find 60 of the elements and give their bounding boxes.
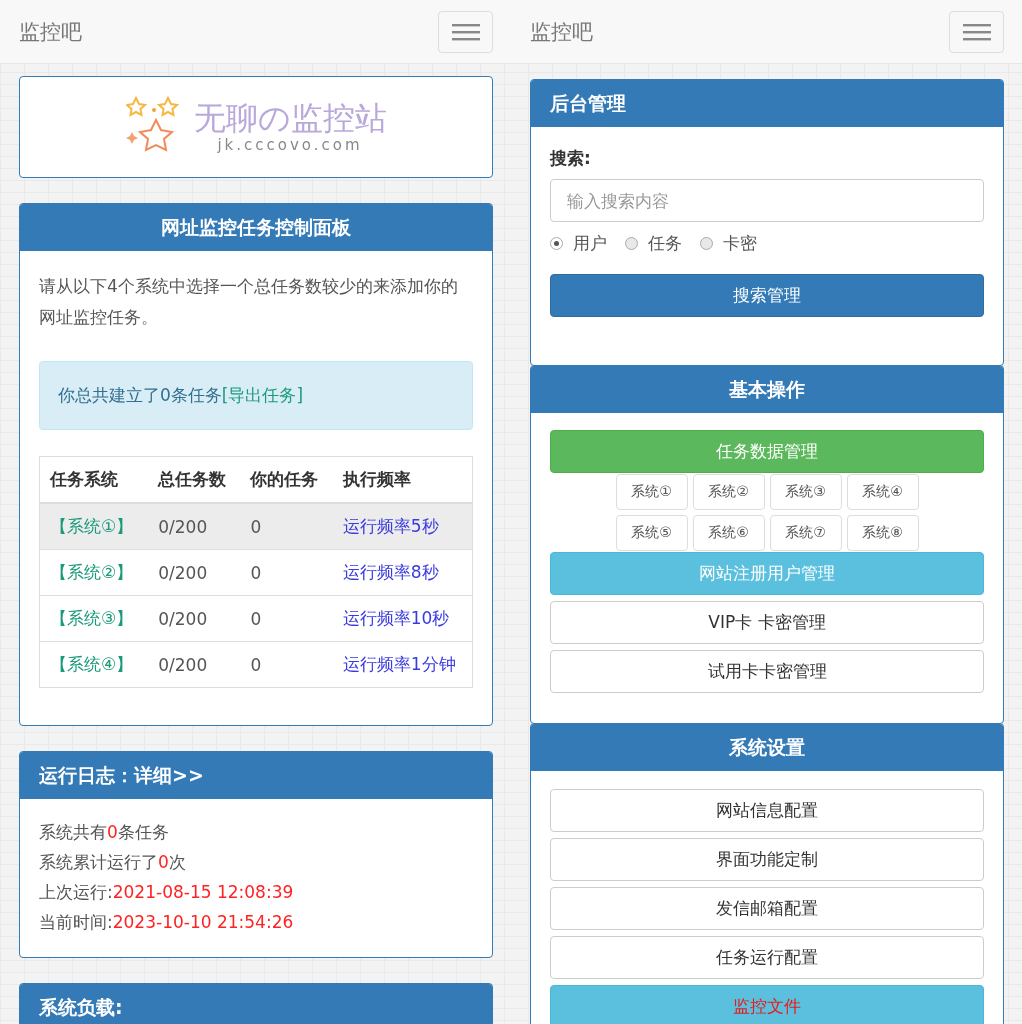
brand-link[interactable]: 监控吧 [19, 17, 82, 46]
system-button[interactable]: 系统② [692, 474, 765, 510]
system-button[interactable]: 系统① [615, 474, 688, 510]
logo-domain: jk.cccovo.com [217, 136, 363, 154]
system-link[interactable]: 【系统④】 [50, 654, 134, 674]
panel-heading: 系统负载: [20, 984, 492, 1024]
system-button[interactable]: 系统⑤ [615, 515, 688, 551]
radio-button[interactable] [625, 236, 638, 250]
radio-option[interactable]: 卡密 [700, 231, 757, 255]
action-button[interactable]: 发信邮箱配置 [550, 887, 984, 930]
radio-label: 卡密 [723, 231, 757, 255]
logo-title: 无聊の监控站 [193, 100, 387, 136]
radio-option[interactable]: 用户 [550, 231, 607, 255]
intro-text: 请从以下4个系统中选择一个总任务数较少的来添加你的网址监控任务。 [39, 275, 459, 329]
table-cell: 0/200 [148, 595, 241, 642]
system-button[interactable]: 系统⑦ [769, 515, 842, 551]
menu-button[interactable] [949, 10, 1004, 53]
panel-heading: 系统设置 [531, 724, 1003, 771]
table-cell: 0/200 [148, 503, 241, 550]
radio-button[interactable] [550, 236, 563, 250]
panel-heading: 后台管理 [531, 80, 1003, 127]
table-cell: 0/200 [148, 549, 241, 596]
system-link[interactable]: 【系统②】 [50, 562, 134, 582]
action-button[interactable]: 网站信息配置 [550, 789, 984, 832]
menu-icon [451, 22, 480, 41]
menu-icon [962, 22, 991, 41]
radio-option[interactable]: 任务 [625, 231, 682, 255]
action-button[interactable]: 试用卡卡密管理 [550, 650, 984, 693]
brand-link[interactable]: 监控吧 [530, 17, 593, 46]
menu-button[interactable] [438, 10, 493, 53]
panel-heading: 网址监控任务控制面板 [20, 204, 492, 251]
search-label: 搜索: [550, 147, 592, 170]
table-cell: 0 [240, 595, 333, 642]
frequency-link[interactable]: 运行频率8秒 [342, 562, 439, 582]
radio-label: 用户 [573, 231, 607, 255]
panel-heading: 基本操作 [531, 366, 1003, 413]
system-button[interactable]: 系统⑧ [846, 515, 919, 551]
search-field[interactable]: 输入搜索内容 [550, 179, 984, 222]
system-button[interactable]: 系统③ [769, 474, 842, 510]
action-button[interactable]: 任务运行配置 [550, 936, 984, 979]
frequency-link[interactable]: 运行频率10秒 [342, 608, 450, 628]
notice-text: 你总共建立了0条任务 [58, 384, 222, 407]
system-button[interactable]: 系统④ [846, 474, 919, 510]
log-line: 系统共有0条任务 [39, 821, 170, 844]
log-line: 当前时间:2023-10-10 21:54:26 [39, 911, 295, 934]
log-line: 系统累计运行了0次 [39, 851, 187, 874]
action-button[interactable]: 界面功能定制 [550, 838, 984, 881]
system-button[interactable]: 系统⑥ [692, 515, 765, 551]
table-cell: 0 [240, 549, 333, 596]
panel-heading: 运行日志：详细>> [20, 752, 492, 799]
system-link[interactable]: 【系统③】 [50, 608, 134, 628]
table-cell: 0/200 [148, 641, 241, 688]
radio-button[interactable] [700, 236, 713, 250]
log-line: 上次运行:2021-08-15 12:08:39 [39, 881, 295, 904]
search-button[interactable]: 搜索管理 [550, 274, 984, 317]
table-cell: 0 [240, 503, 333, 550]
table-cell: 0 [240, 641, 333, 688]
frequency-link[interactable]: 运行频率1分钟 [342, 654, 456, 674]
radio-label: 任务 [648, 231, 682, 255]
action-button[interactable]: VIP卡 卡密管理 [550, 601, 984, 644]
